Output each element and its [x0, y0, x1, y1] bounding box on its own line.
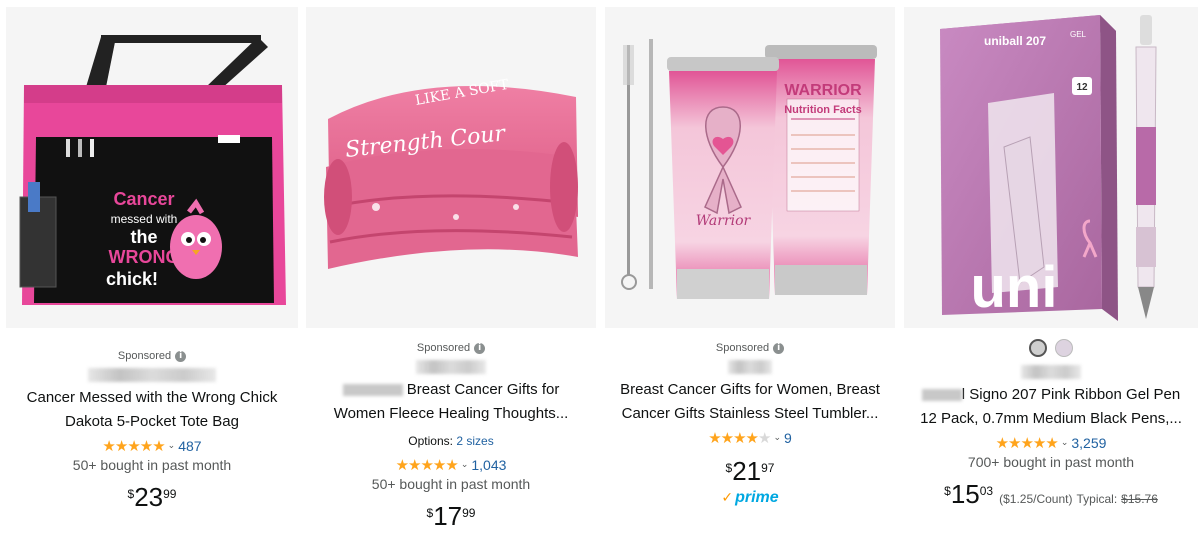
- rating-row[interactable]: ★★★★★ ⌄ 1,043: [306, 456, 596, 474]
- price-fraction: 03: [979, 484, 994, 498]
- price-symbol: $: [426, 506, 434, 520]
- product-image[interactable]: LIKE A SOFT Strength Cour: [306, 7, 596, 328]
- rating-row[interactable]: ★★★★★ ⌄ 3,259: [904, 434, 1198, 452]
- tumbler-illustration: WARRIOR Nutrition Facts Warrior: [621, 39, 877, 299]
- svg-text:uni: uni: [971, 255, 1058, 320]
- title-line-1: Breast Cancer Gifts for: [306, 378, 596, 402]
- svg-text:WARRIOR: WARRIOR: [784, 82, 862, 99]
- brand-name-redacted[interactable]: [728, 360, 772, 374]
- price[interactable]: $ 15 03 ($1.25/Count) Typical: $15.76: [904, 480, 1198, 508]
- sponsored-text: Sponsored: [117, 350, 172, 362]
- price-whole: 23: [134, 482, 164, 512]
- price-symbol: $: [127, 487, 135, 501]
- unit-price: ($1.25/Count): [999, 492, 1073, 506]
- star-rating-icon[interactable]: ★★★★★: [996, 434, 1059, 452]
- swatch-selected[interactable]: [1029, 339, 1047, 357]
- info-icon[interactable]: i: [773, 342, 785, 354]
- chevron-down-icon[interactable]: ⌄: [1061, 438, 1069, 448]
- title-line-2: Women Fleece Healing Thoughts...: [333, 405, 569, 422]
- price-fraction: 97: [761, 461, 775, 475]
- brand-name-redacted[interactable]: [1021, 365, 1081, 379]
- rating-count[interactable]: 3,259: [1071, 435, 1106, 451]
- rating-count[interactable]: 9: [784, 430, 792, 446]
- svg-text:Nutrition Facts: Nutrition Facts: [784, 104, 862, 116]
- product-card[interactable]: WARRIOR Nutrition Facts Warrior Sponsore…: [605, 7, 895, 537]
- price[interactable]: $ 23 99: [6, 483, 298, 511]
- brand-name-redacted[interactable]: [88, 368, 216, 382]
- star-rating-icon[interactable]: ★★★★★: [102, 437, 165, 455]
- product-image[interactable]: Cancer messed with the WRONG chick!: [6, 7, 298, 328]
- options-label: Options:: [408, 434, 453, 448]
- prime-badge: ✓ prime: [605, 489, 895, 507]
- rating-row[interactable]: ★★★★★ ⌄ 487: [6, 437, 298, 455]
- pen-box-illustration: uniball 207 GEL 12 uni: [940, 15, 1157, 321]
- sponsored-label[interactable]: Sponsored i: [605, 342, 895, 354]
- title-line-2: Cancer Gifts Stainless Steel Tumbler...: [621, 405, 879, 422]
- tote-bag-illustration: Cancer messed with the WRONG chick!: [19, 35, 286, 305]
- price-symbol: $: [725, 461, 733, 475]
- svg-text:Cancer: Cancer: [113, 189, 174, 209]
- chevron-down-icon[interactable]: ⌄: [773, 433, 781, 443]
- title-line-2: 12 Pack, 0.7mm Medium Black Pens,...: [920, 410, 1182, 427]
- product-card[interactable]: uniball 207 GEL 12 uni l Signo 207 Pink …: [904, 7, 1198, 537]
- typical-label: Typical:: [1076, 492, 1118, 506]
- bought-count: 50+ bought in past month: [72, 457, 232, 473]
- fleece-blanket-illustration: LIKE A SOFT Strength Cour: [324, 77, 578, 269]
- options-link[interactable]: 2 sizes: [456, 434, 493, 448]
- info-icon[interactable]: i: [474, 342, 486, 354]
- info-icon[interactable]: i: [175, 350, 187, 362]
- svg-text:chick!: chick!: [106, 269, 158, 289]
- svg-text:GEL: GEL: [1070, 30, 1087, 39]
- star-rating-icon[interactable]: ★★★★★: [396, 456, 459, 474]
- product-title[interactable]: l Signo 207 Pink Ribbon Gel Pen 12 Pack,…: [904, 383, 1198, 431]
- color-swatches: [904, 339, 1198, 357]
- title-line-1: Cancer Messed with the Wrong Chick: [26, 389, 278, 406]
- options-row[interactable]: Options: 2 sizes: [306, 434, 596, 448]
- brand-name-redacted[interactable]: [416, 360, 486, 374]
- price-whole: 15: [950, 479, 980, 509]
- sponsored-label[interactable]: Sponsored i: [6, 350, 298, 362]
- price-fraction: 99: [163, 487, 177, 501]
- product-title[interactable]: Breast Cancer Gifts for Women, Breast Ca…: [605, 378, 895, 426]
- sponsored-label[interactable]: Sponsored i: [306, 342, 596, 354]
- title-line-1: Breast Cancer Gifts for Women, Breast: [620, 381, 880, 398]
- svg-text:the: the: [131, 227, 158, 247]
- product-card[interactable]: Cancer messed with the WRONG chick! Spon…: [6, 7, 298, 537]
- product-card[interactable]: LIKE A SOFT Strength Cour Sponsored i Br…: [306, 7, 596, 537]
- swatch-option[interactable]: [1055, 339, 1073, 357]
- svg-text:Warrior: Warrior: [696, 213, 752, 229]
- rating-row[interactable]: ★★★★★ ⌄ 9: [605, 429, 895, 447]
- prime-check-icon: ✓: [721, 490, 734, 506]
- price[interactable]: $ 21 97: [605, 457, 895, 485]
- chevron-down-icon[interactable]: ⌄: [461, 460, 469, 470]
- svg-text:WRONG: WRONG: [109, 247, 180, 267]
- product-title[interactable]: Cancer Messed with the Wrong Chick Dakot…: [6, 386, 298, 434]
- price-whole: 17: [433, 501, 463, 531]
- svg-text:12: 12: [1076, 82, 1088, 93]
- typical-price: $15.76: [1121, 492, 1158, 506]
- title-line-2: Dakota 5-Pocket Tote Bag: [65, 413, 239, 430]
- bought-count: 50+ bought in past month: [371, 476, 531, 492]
- price[interactable]: $ 17 99: [306, 502, 596, 530]
- prime-label: prime: [735, 489, 779, 506]
- svg-text:messed with: messed with: [111, 212, 178, 226]
- product-title[interactable]: Breast Cancer Gifts for Women Fleece Hea…: [306, 378, 596, 426]
- star-rating-icon[interactable]: ★★★★★: [708, 429, 771, 447]
- price-fraction: 99: [462, 506, 476, 520]
- price-symbol: $: [944, 484, 951, 498]
- product-image[interactable]: WARRIOR Nutrition Facts Warrior: [605, 7, 895, 328]
- rating-count[interactable]: 487: [178, 438, 201, 454]
- svg-text:uniball 207: uniball 207: [984, 34, 1046, 48]
- sponsored-text: Sponsored: [715, 342, 770, 354]
- bought-count: 700+ bought in past month: [967, 454, 1135, 470]
- price-whole: 21: [732, 456, 762, 486]
- title-line-1: l Signo 207 Pink Ribbon Gel Pen: [904, 383, 1198, 407]
- chevron-down-icon[interactable]: ⌄: [168, 441, 176, 451]
- product-image[interactable]: uniball 207 GEL 12 uni: [904, 7, 1198, 328]
- rating-count[interactable]: 1,043: [471, 457, 506, 473]
- sponsored-text: Sponsored: [416, 342, 471, 354]
